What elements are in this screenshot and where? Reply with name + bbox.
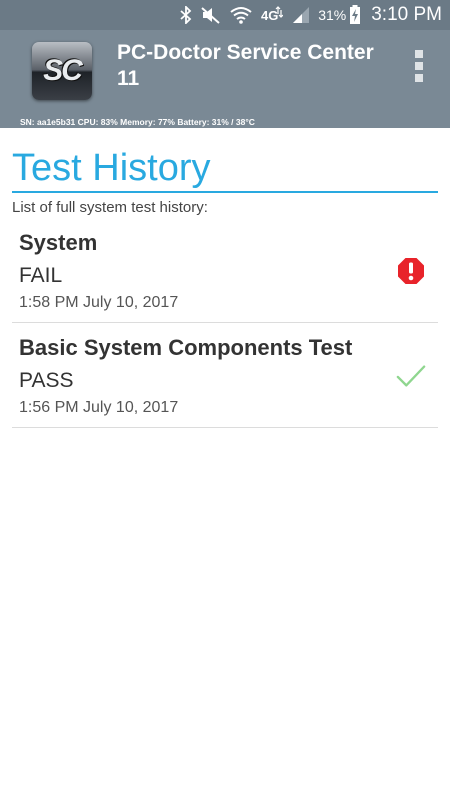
signal-icon xyxy=(292,6,310,24)
app-header: SC PC-Doctor Service Center 11 SN: aa1e5… xyxy=(0,30,450,128)
menu-dot xyxy=(415,50,423,58)
test-result: PASS xyxy=(19,369,74,392)
bluetooth-icon xyxy=(180,6,192,24)
page-title: Test History xyxy=(12,146,438,193)
mute-icon xyxy=(201,6,221,24)
status-bar: 4G 31% 3:10 PM xyxy=(0,0,450,30)
page-subtitle: List of full system test history: xyxy=(12,199,208,216)
history-item-system[interactable]: System FAIL 1:58 PM July 10, 2017 xyxy=(12,218,438,323)
svg-text:4G: 4G xyxy=(261,8,278,23)
history-item-basic-system-components[interactable]: Basic System Components Test PASS 1:56 P… xyxy=(12,323,438,428)
status-time: 3:10 PM xyxy=(371,4,442,25)
test-name: System xyxy=(19,230,98,255)
test-timestamp: 1:56 PM July 10, 2017 xyxy=(19,399,179,416)
battery-charging-icon xyxy=(349,5,361,25)
wifi-icon xyxy=(230,6,252,24)
checkmark-icon xyxy=(396,361,426,391)
menu-dot xyxy=(415,74,423,82)
history-list: System FAIL 1:58 PM July 10, 2017 Basic … xyxy=(12,218,438,428)
app-logo-text: SC xyxy=(43,54,83,87)
app-title: PC-Doctor Service Center 11 xyxy=(117,41,374,90)
app-logo: SC xyxy=(32,42,92,100)
test-timestamp: 1:58 PM July 10, 2017 xyxy=(19,294,179,311)
test-name: Basic System Components Test xyxy=(19,335,353,360)
menu-dot xyxy=(415,62,423,70)
battery-percent: 31% xyxy=(318,7,347,23)
network-4g-icon: 4G xyxy=(261,6,284,24)
overflow-menu-icon[interactable] xyxy=(412,50,426,82)
test-result: FAIL xyxy=(19,264,63,287)
device-info: SN: aa1e5b31 CPU: 83% Memory: 77% Batter… xyxy=(20,117,255,127)
error-octagon-icon xyxy=(396,256,426,286)
